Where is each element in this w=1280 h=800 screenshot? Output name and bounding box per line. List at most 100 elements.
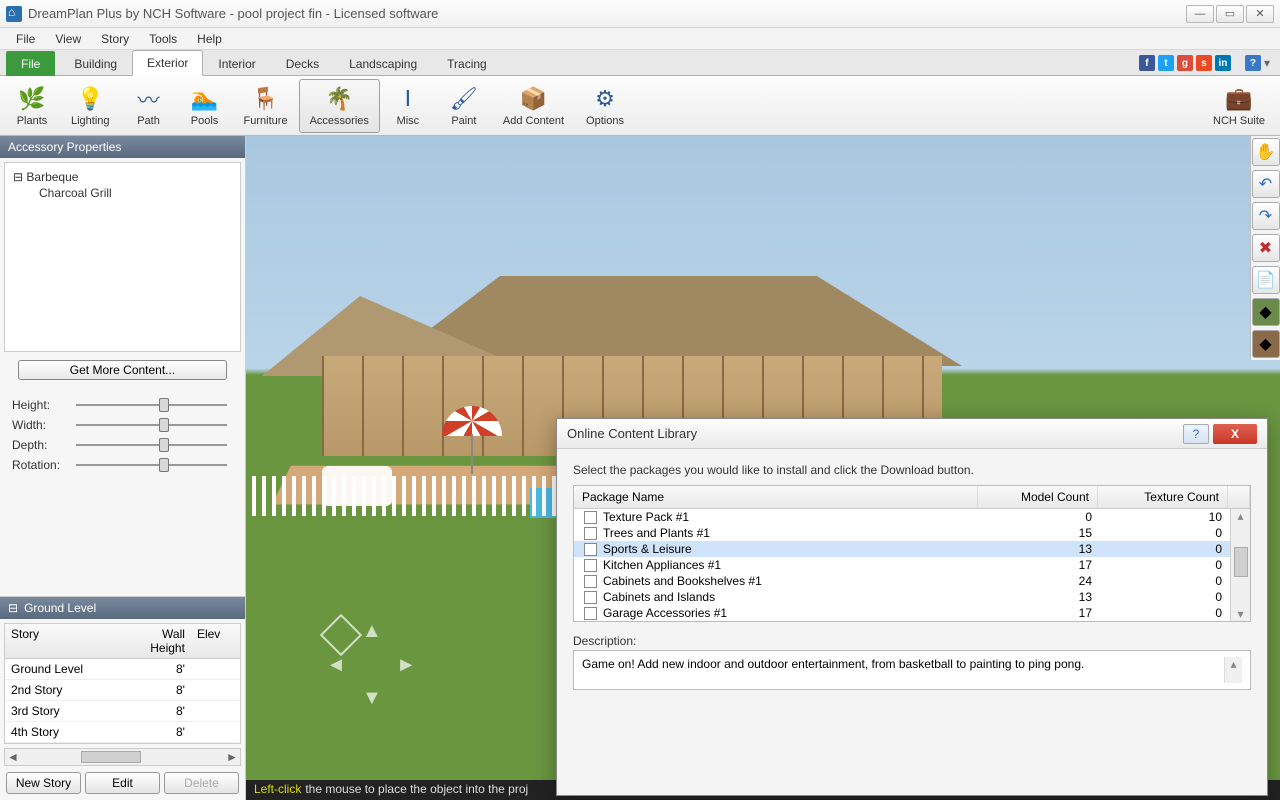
twitter-icon[interactable]: t: [1158, 55, 1174, 71]
tab-building[interactable]: Building: [59, 51, 132, 76]
story-row[interactable]: 3rd Story8': [5, 701, 240, 722]
maximize-button[interactable]: ▭: [1216, 5, 1244, 23]
nav-left-icon[interactable]: ◄: [326, 654, 346, 677]
package-checkbox[interactable]: [584, 591, 597, 604]
story-col-story[interactable]: Story: [5, 624, 122, 658]
tab-file[interactable]: File: [6, 51, 55, 76]
slider-rotation[interactable]: Rotation:: [12, 458, 233, 472]
help-dropdown-icon[interactable]: ▾: [1264, 56, 1270, 70]
package-checkbox[interactable]: [584, 543, 597, 556]
tab-tracing[interactable]: Tracing: [432, 51, 502, 76]
ribbon-misc[interactable]: ⅠMisc: [380, 79, 436, 133]
tab-landscaping[interactable]: Landscaping: [334, 51, 432, 76]
scroll-thumb[interactable]: [81, 751, 141, 763]
package-checkbox[interactable]: [584, 607, 597, 620]
slider-thumb[interactable]: [159, 398, 169, 412]
ribbon-lighting[interactable]: 💡Lighting: [60, 79, 121, 133]
slider-depth[interactable]: Depth:: [12, 438, 233, 452]
package-row[interactable]: Trees and Plants #1150: [574, 525, 1230, 541]
content-library-dialog: Online Content Library ? X Select the pa…: [556, 418, 1268, 796]
ribbon-pools[interactable]: 🏊Pools: [177, 79, 233, 133]
dialog-instruction: Select the packages you would like to in…: [573, 463, 1251, 477]
dialog-help-button[interactable]: ?: [1183, 424, 1209, 444]
package-row[interactable]: Cabinets and Bookshelves #1240: [574, 573, 1230, 589]
scroll-up-icon[interactable]: ▴: [1237, 509, 1243, 523]
ribbon-options[interactable]: ⚙Options: [575, 79, 635, 133]
dialog-close-button[interactable]: X: [1213, 424, 1257, 444]
slider-thumb[interactable]: [159, 438, 169, 452]
accessory-tree[interactable]: ⊟ Barbeque Charcoal Grill: [4, 162, 241, 352]
get-more-content-button[interactable]: Get More Content...: [18, 360, 227, 380]
ribbon-paint[interactable]: 🖌Paint: [436, 79, 492, 133]
package-row[interactable]: Garage Accessories #1170: [574, 605, 1230, 621]
linkedin-icon[interactable]: in: [1215, 55, 1231, 71]
desc-scroll[interactable]: ▴: [1224, 657, 1242, 683]
tab-exterior[interactable]: Exterior: [132, 50, 203, 76]
package-row[interactable]: Kitchen Appliances #1170: [574, 557, 1230, 573]
col-package-name[interactable]: Package Name: [574, 486, 978, 508]
ribbon-accessories[interactable]: 🌴Accessories: [299, 79, 380, 133]
story-col-elev[interactable]: Elev: [191, 624, 240, 658]
undo-icon[interactable]: ↶: [1252, 170, 1280, 198]
facebook-icon[interactable]: f: [1139, 55, 1155, 71]
story-row[interactable]: 4th Story8': [5, 722, 240, 743]
scroll-right-icon[interactable]: ►: [224, 750, 240, 764]
nav-center-icon[interactable]: [320, 614, 362, 656]
nav-right-icon[interactable]: ►: [396, 654, 416, 677]
package-checkbox[interactable]: [584, 511, 597, 524]
tab-decks[interactable]: Decks: [271, 51, 334, 76]
story-hscroll[interactable]: ◄ ►: [4, 748, 241, 766]
stumble-icon[interactable]: s: [1196, 55, 1212, 71]
minimize-button[interactable]: —: [1186, 5, 1214, 23]
nav-up-icon[interactable]: ▲: [362, 620, 382, 643]
pan-tool-icon[interactable]: ✋: [1252, 138, 1280, 166]
menu-view[interactable]: View: [47, 30, 89, 48]
nav-down-icon[interactable]: ▼: [362, 687, 382, 710]
scroll-thumb[interactable]: [1234, 547, 1248, 577]
scroll-down-icon[interactable]: ▾: [1237, 607, 1243, 621]
copy-tool-icon[interactable]: 📄: [1252, 266, 1280, 294]
delete-tool-icon[interactable]: ✖: [1252, 234, 1280, 262]
menu-tools[interactable]: Tools: [141, 30, 185, 48]
package-checkbox[interactable]: [584, 559, 597, 572]
ribbon-add-content[interactable]: 📦Add Content: [492, 79, 575, 133]
tab-interior[interactable]: Interior: [203, 51, 270, 76]
slider-width[interactable]: Width:: [12, 418, 233, 432]
edit-story-button[interactable]: Edit: [85, 772, 160, 794]
package-checkbox[interactable]: [584, 575, 597, 588]
slider-thumb[interactable]: [159, 458, 169, 472]
package-row[interactable]: Sports & Leisure130: [574, 541, 1230, 557]
scroll-left-icon[interactable]: ◄: [5, 750, 21, 764]
delete-story-button[interactable]: Delete: [164, 772, 239, 794]
package-vscroll[interactable]: ▴ ▾: [1230, 509, 1250, 621]
menu-story[interactable]: Story: [93, 30, 137, 48]
ribbon-path[interactable]: 〰Path: [121, 79, 177, 133]
nch-suite-button[interactable]: 💼NCH Suite: [1202, 79, 1276, 133]
ribbon-furniture[interactable]: 🪑Furniture: [233, 79, 299, 133]
story-row[interactable]: Ground Level8': [5, 659, 240, 680]
story-col-wallheight[interactable]: Wall Height: [122, 624, 191, 658]
col-texture-count[interactable]: Texture Count: [1098, 486, 1228, 508]
ground-tool-icon[interactable]: ◆: [1252, 330, 1280, 358]
package-row[interactable]: Texture Pack #1010: [574, 509, 1230, 525]
slider-height[interactable]: Height:: [12, 398, 233, 412]
new-story-button[interactable]: New Story: [6, 772, 81, 794]
terrain-tool-icon[interactable]: ◆: [1252, 298, 1280, 326]
tree-root[interactable]: ⊟ Barbeque: [11, 169, 234, 185]
story-row[interactable]: 2nd Story8': [5, 680, 240, 701]
dialog-titlebar[interactable]: Online Content Library ? X: [557, 419, 1267, 449]
package-row[interactable]: Cabinets and Islands130: [574, 589, 1230, 605]
redo-icon[interactable]: ↷: [1252, 202, 1280, 230]
menu-help[interactable]: Help: [189, 30, 230, 48]
menu-file[interactable]: File: [8, 30, 43, 48]
ribbon-plants[interactable]: 🌿Plants: [4, 79, 60, 133]
close-button[interactable]: ✕: [1246, 5, 1274, 23]
help-icon[interactable]: ?: [1245, 55, 1261, 71]
slider-thumb[interactable]: [159, 418, 169, 432]
package-checkbox[interactable]: [584, 527, 597, 540]
collapse-icon[interactable]: ⊟: [8, 601, 18, 615]
col-model-count[interactable]: Model Count: [978, 486, 1098, 508]
story-panel-header[interactable]: ⊟ Ground Level: [0, 597, 245, 619]
tree-child[interactable]: Charcoal Grill: [11, 185, 234, 201]
googleplus-icon[interactable]: g: [1177, 55, 1193, 71]
